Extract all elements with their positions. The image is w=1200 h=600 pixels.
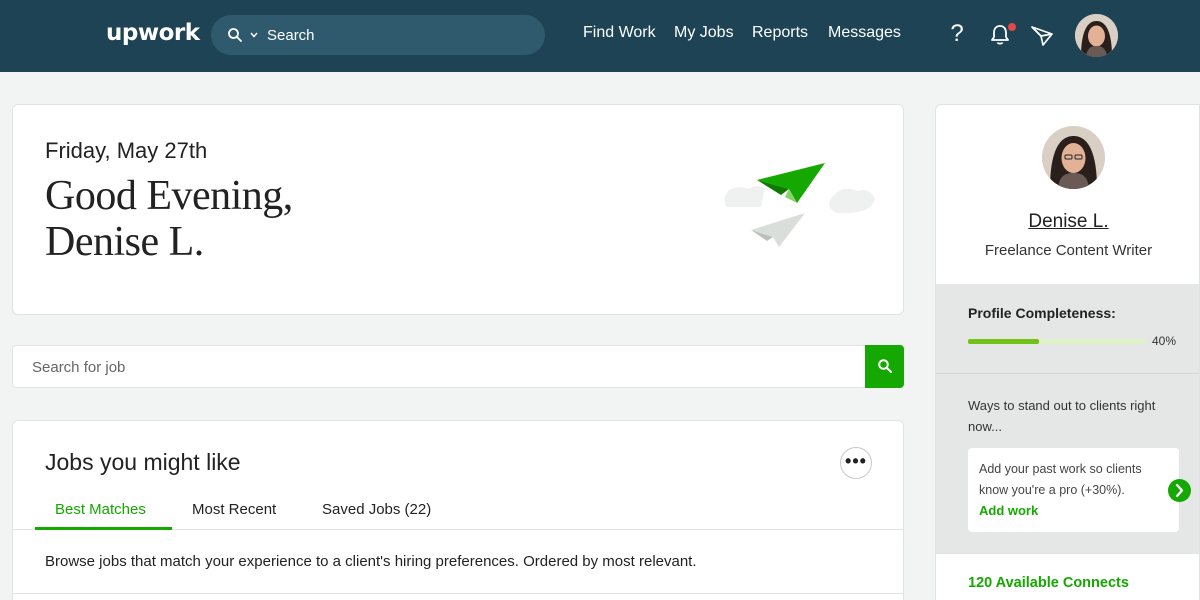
tab-saved-jobs[interactable]: Saved Jobs (22) [322, 501, 431, 518]
profile-completeness-value: 40% [1152, 334, 1177, 348]
job-search-bar [12, 345, 904, 388]
jobs-section-title: Jobs you might like [45, 449, 241, 475]
top-navigation-bar: upwork Find Work My Jobs Reports Message… [0, 0, 1200, 72]
jobs-description: Browse jobs that match your experience t… [45, 553, 697, 570]
help-icon[interactable]: ? [944, 20, 970, 47]
active-tab-indicator [35, 527, 172, 530]
tip-text: Add your past work so clients know you'r… [979, 462, 1142, 497]
nav-messages[interactable]: Messages [828, 24, 901, 42]
chevron-right-icon [1175, 483, 1184, 498]
add-work-tip-card: Add your past work so clients know you'r… [968, 448, 1179, 532]
nav-find-work[interactable]: Find Work [583, 24, 656, 42]
search-icon[interactable] [227, 27, 243, 43]
paper-planes-illustration [724, 163, 875, 247]
profile-avatar[interactable] [1042, 126, 1105, 189]
jobs-card: Jobs you might like ••• Best Matches Mos… [12, 420, 904, 600]
greeting-card: Friday, May 27th Good Evening, Denise L. [12, 104, 904, 315]
section-divider [936, 373, 1199, 374]
search-icon [878, 359, 892, 373]
next-tip-button[interactable] [1168, 479, 1191, 502]
chevron-down-icon[interactable] [249, 30, 259, 40]
tab-most-recent[interactable]: Most Recent [192, 501, 276, 518]
add-work-link[interactable]: Add work [979, 503, 1038, 518]
profile-completeness-label: Profile Completeness: [968, 305, 1116, 321]
nav-reports[interactable]: Reports [752, 24, 808, 42]
job-search-input[interactable] [32, 357, 832, 377]
job-search-button[interactable] [865, 345, 904, 388]
ellipsis-icon: ••• [845, 451, 867, 471]
available-connects[interactable]: 120 Available Connects [968, 575, 1129, 591]
user-avatar[interactable] [1075, 14, 1118, 57]
header-search-input[interactable] [267, 24, 527, 46]
greeting-line: Good Evening, [45, 173, 293, 219]
notification-dot [1008, 23, 1016, 31]
more-options-button[interactable]: ••• [840, 447, 872, 479]
current-date: Friday, May 27th [45, 138, 208, 163]
profile-completeness-fill [968, 339, 1040, 344]
send-icon[interactable] [1029, 22, 1055, 48]
stand-out-tip-heading: Ways to stand out to clients right now..… [968, 398, 1156, 434]
profile-name-link[interactable]: Denise L. [936, 211, 1199, 233]
greeting-text: Good Evening, Denise L. [45, 173, 293, 265]
header-search-box[interactable] [211, 15, 545, 55]
upwork-logo[interactable]: upwork [106, 20, 200, 46]
profile-title: Freelance Content Writer [984, 242, 1153, 259]
profile-completeness-bar [968, 339, 1146, 344]
greeting-user-name: Denise L. [45, 219, 204, 265]
tab-best-matches[interactable]: Best Matches [55, 501, 146, 518]
jobs-divider [13, 593, 903, 594]
nav-my-jobs[interactable]: My Jobs [674, 24, 734, 42]
profile-sidebar: Denise L. Freelance Content Writer Profi… [935, 104, 1200, 600]
